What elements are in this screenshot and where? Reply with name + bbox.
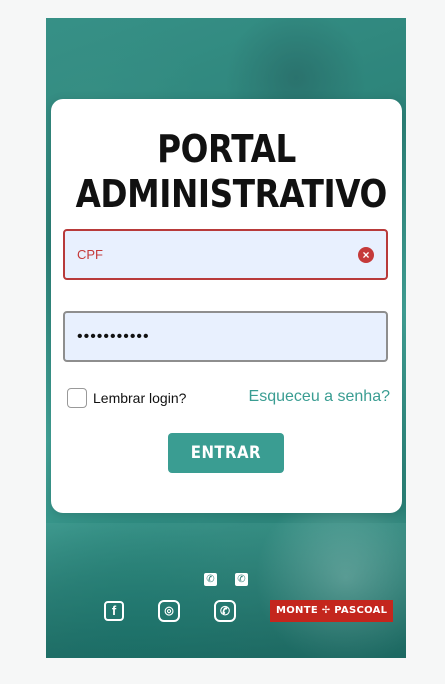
remember-checkbox[interactable] bbox=[67, 388, 87, 408]
remember-label: Lembrar login? bbox=[93, 390, 187, 406]
password-input[interactable] bbox=[77, 313, 374, 360]
error-icon: × bbox=[358, 246, 374, 263]
facebook-icon[interactable]: f bbox=[104, 601, 124, 621]
login-card: PORTAL ADMINISTRATIVO × Lembrar login? E… bbox=[51, 99, 402, 513]
remember-login[interactable]: Lembrar login? bbox=[67, 388, 186, 408]
whatsapp-icon[interactable]: ✆ bbox=[214, 600, 236, 622]
title-line-2: ADMINISTRATIVO bbox=[75, 172, 388, 216]
phone-links: ✆ ✆ bbox=[204, 573, 248, 586]
phone-icon[interactable]: ✆ bbox=[204, 573, 217, 586]
cpf-input[interactable] bbox=[77, 231, 374, 278]
brand-logo[interactable]: MONTE ✢ PASCOAL bbox=[270, 600, 394, 622]
submit-label: ENTRAR bbox=[190, 443, 262, 463]
cpf-field: × bbox=[63, 229, 388, 280]
forgot-password-link[interactable]: Esqueceu a senha? bbox=[249, 388, 390, 406]
app-screen: PORTAL ADMINISTRATIVO × Lembrar login? E… bbox=[46, 18, 406, 658]
social-links: f ◎ ✆ MONTE ✢ PASCOAL bbox=[104, 600, 394, 622]
background-desk bbox=[46, 523, 406, 658]
instagram-icon[interactable]: ◎ bbox=[158, 600, 180, 622]
page-title: PORTAL ADMINISTRATIVO bbox=[75, 127, 388, 217]
title-line-1: PORTAL bbox=[157, 127, 296, 171]
submit-button[interactable]: ENTRAR bbox=[168, 433, 284, 473]
password-field bbox=[63, 311, 388, 362]
phone-icon[interactable]: ✆ bbox=[235, 573, 248, 586]
